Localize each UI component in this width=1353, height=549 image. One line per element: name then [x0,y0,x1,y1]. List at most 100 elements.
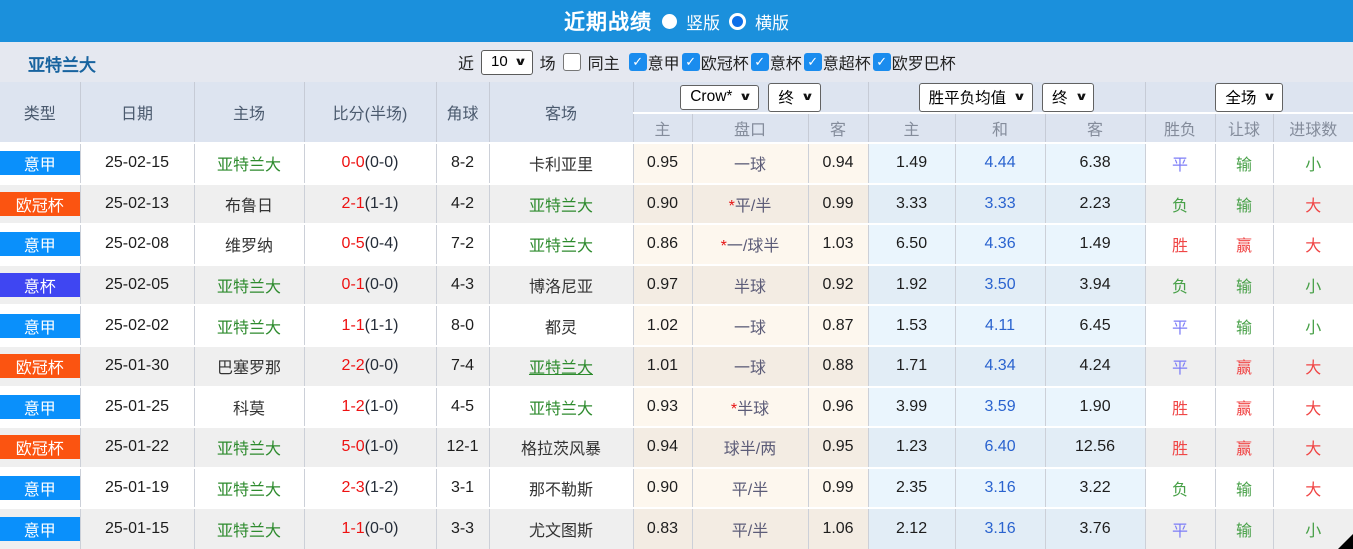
match-date: 25-02-08 [80,223,195,265]
avg-home-odds: 1.92 [868,263,956,306]
handicap-cell: 半球 [692,263,809,306]
league-type-cell: 意甲 [0,142,81,184]
league-checkbox[interactable]: ✓ [628,53,647,71]
full-time-score: 1-2 [341,397,365,415]
crow-away-odds: 0.95 [808,426,869,468]
league-checkbox[interactable]: ✓ [681,53,700,71]
horizontal-view-radio[interactable] [729,12,746,30]
league-filter: ✓ 意杯 [750,50,802,74]
match-count-select[interactable]: 10 ∨ [481,49,533,75]
handicap-value: 平/半 [731,482,769,500]
league-checkbox[interactable]: ✓ [803,53,822,71]
league-badge: 意甲 [0,394,80,419]
vertical-view-radio[interactable] [662,13,677,29]
home-team[interactable]: 亚特兰大 [217,482,281,499]
table-row: 意甲 25-02-15 亚特兰大 0-0(0-0) 8-2 卡利亚里 0.95 … [0,142,1353,184]
avg-home-odds: 2.12 [868,507,956,549]
away-team-cell: 亚特兰大 [489,385,634,428]
crow-home-odds: 0.86 [633,223,693,265]
half-time-score: (0-0) [364,357,399,375]
avg-draw-odds: 3.16 [955,507,1046,549]
home-team[interactable]: 亚特兰大 [217,441,281,458]
avg-odds-select[interactable]: 胜平负均值 ∨ [918,82,1034,112]
away-team[interactable]: 亚特兰大 [529,198,593,215]
away-team[interactable]: 亚特兰大 [529,401,593,418]
league-type-cell: 欧冠杯 [0,426,81,468]
home-team[interactable]: 亚特兰大 [217,320,281,337]
bookmaker-select[interactable]: Crow* ∨ [680,84,760,110]
avg-home-odds: 1.53 [868,304,956,346]
scope-select[interactable]: 全场 ∨ [1215,82,1284,112]
handicap-cell: 一球 [692,142,809,184]
score-cell: 1-1(1-1) [304,304,437,346]
view-mode-radios: 竖版 横版 [662,9,789,34]
half-time-score: (0-4) [364,235,399,253]
title-bar: 近期战绩 竖版 横版 [0,0,1353,42]
avg-final-value: 终 [1052,89,1068,107]
half-time-score: (1-1) [364,316,399,334]
handicap-value: 平/半 [734,197,772,215]
league-badge: 意甲 [0,313,80,338]
handicap-value: 一球 [733,157,766,175]
handicap-cell: 球半/两 [692,426,809,468]
bookmaker-final-value: 终 [778,89,794,107]
home-team[interactable]: 亚特兰大 [217,523,281,540]
avg-home-odds: 6.50 [868,223,956,265]
away-team-cell: 格拉茨风暴 [489,426,634,468]
handicap-cell: 一球 [692,344,809,387]
games-unit-label: 场 [539,56,556,73]
half-time-score: (1-1) [364,194,399,212]
avg-home-odds: 3.33 [868,182,956,225]
home-team-cell: 亚特兰大 [194,142,305,184]
avg-home-odds: 1.23 [868,426,956,468]
away-team: 博洛尼亚 [528,279,593,297]
handicap-cell: 平/半 [692,466,809,509]
home-team: 巴塞罗那 [216,360,281,378]
avg-home-odds: 1.71 [868,344,956,387]
avg-final-select[interactable]: 终 ∨ [1042,82,1095,112]
crow-home-odds: 1.01 [633,344,693,387]
away-team[interactable]: 亚特兰大 [529,238,593,255]
home-team[interactable]: 亚特兰大 [217,279,281,296]
league-badge: 欧冠杯 [0,354,80,379]
crow-away-odds: 1.03 [808,223,869,265]
handicap-result: 赢 [1215,385,1274,428]
corner-score: 8-0 [436,304,490,346]
match-result: 胜 [1145,223,1216,265]
avg-draw-odds: 3.16 [955,466,1046,509]
away-team-cell: 博洛尼亚 [489,263,634,306]
score-cell: 0-0(0-0) [304,142,437,184]
league-label: 欧冠杯 [700,56,749,73]
corner-score: 12-1 [436,426,490,468]
avg-draw-odds: 6.40 [955,426,1046,468]
home-team[interactable]: 亚特兰大 [217,157,281,174]
half-time-score: (1-0) [364,438,399,456]
league-checkbox[interactable]: ✓ [750,53,769,71]
same-home-checkbox[interactable] [562,53,581,71]
sub-header-handicap-result: 让球 [1215,112,1274,143]
vertical-view-label[interactable]: 竖版 [686,9,720,34]
league-type-cell: 欧冠杯 [0,182,81,225]
match-date: 25-01-30 [80,344,195,387]
league-checkbox[interactable]: ✓ [872,53,891,71]
crow-home-odds: 0.95 [633,142,693,184]
away-team-cell: 卡利亚里 [489,142,634,184]
avg-draw-odds: 4.44 [955,142,1046,184]
sub-header-avg-away: 客 [1045,112,1146,143]
handicap-result: 输 [1215,304,1274,346]
home-team: 布鲁日 [224,197,273,215]
crow-home-odds: 0.97 [633,263,693,306]
bookmaker-final-select[interactable]: 终 ∨ [768,82,821,112]
corner-score: 4-5 [436,385,490,428]
home-team-cell: 巴塞罗那 [194,344,305,387]
score-cell: 2-1(1-1) [304,182,437,225]
horizontal-view-label[interactable]: 横版 [755,9,789,34]
corner-score: 3-1 [436,466,490,509]
score-cell: 0-5(0-4) [304,223,437,265]
full-time-score: 0-5 [341,235,365,253]
away-team[interactable]: 亚特兰大 [529,360,593,377]
league-badge: 意甲 [0,517,80,542]
league-badge: 欧冠杯 [0,191,80,216]
col-header-type: 类型 [0,82,81,143]
league-filter: ✓ 欧冠杯 [681,50,749,74]
